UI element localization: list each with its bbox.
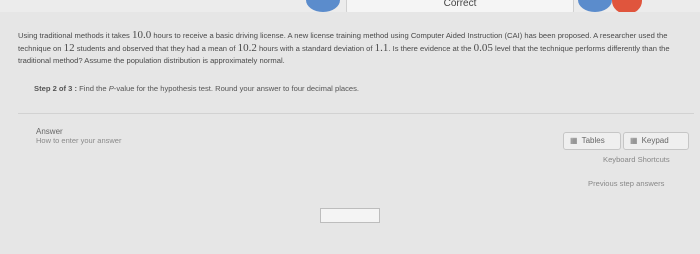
divider [18, 113, 694, 114]
how-to-enter-answer-link[interactable]: How to enter your answer [36, 136, 121, 145]
step-label: Step 2 of 3 : [34, 84, 78, 93]
sd-value: 1.1 [374, 42, 389, 54]
table-icon: ▦ [570, 136, 578, 145]
answer-input[interactable] [320, 208, 380, 223]
step-instruction: Step 2 of 3 : Find the P-value for the h… [34, 84, 360, 93]
next-question-button[interactable] [578, 0, 612, 12]
tables-button[interactable]: ▦ Tables [563, 132, 621, 150]
top-bar: Correct [0, 0, 700, 14]
keypad-label: Keypad [641, 136, 669, 145]
previous-step-answers-link[interactable]: Previous step answers [588, 179, 664, 188]
keypad-button[interactable]: ▦ Keypad [623, 132, 689, 150]
tables-label: Tables [581, 136, 605, 145]
keypad-icon: ▦ [630, 136, 638, 145]
keyboard-shortcuts-link[interactable]: Keyboard Shortcuts [603, 155, 670, 164]
hours-value: 10.0 [131, 29, 152, 41]
question-panel: Using traditional methods it takes 10.0 … [0, 12, 700, 254]
question-text: Using traditional methods it takes 10.0 … [18, 29, 670, 65]
answer-label: Answer [36, 127, 63, 136]
alpha-value: 0.05 [473, 42, 493, 54]
previous-question-button[interactable] [306, 0, 340, 12]
status-text: Correct [443, 0, 477, 9]
mean-value: 10.2 [237, 42, 257, 54]
students-value: 12 [63, 42, 75, 54]
